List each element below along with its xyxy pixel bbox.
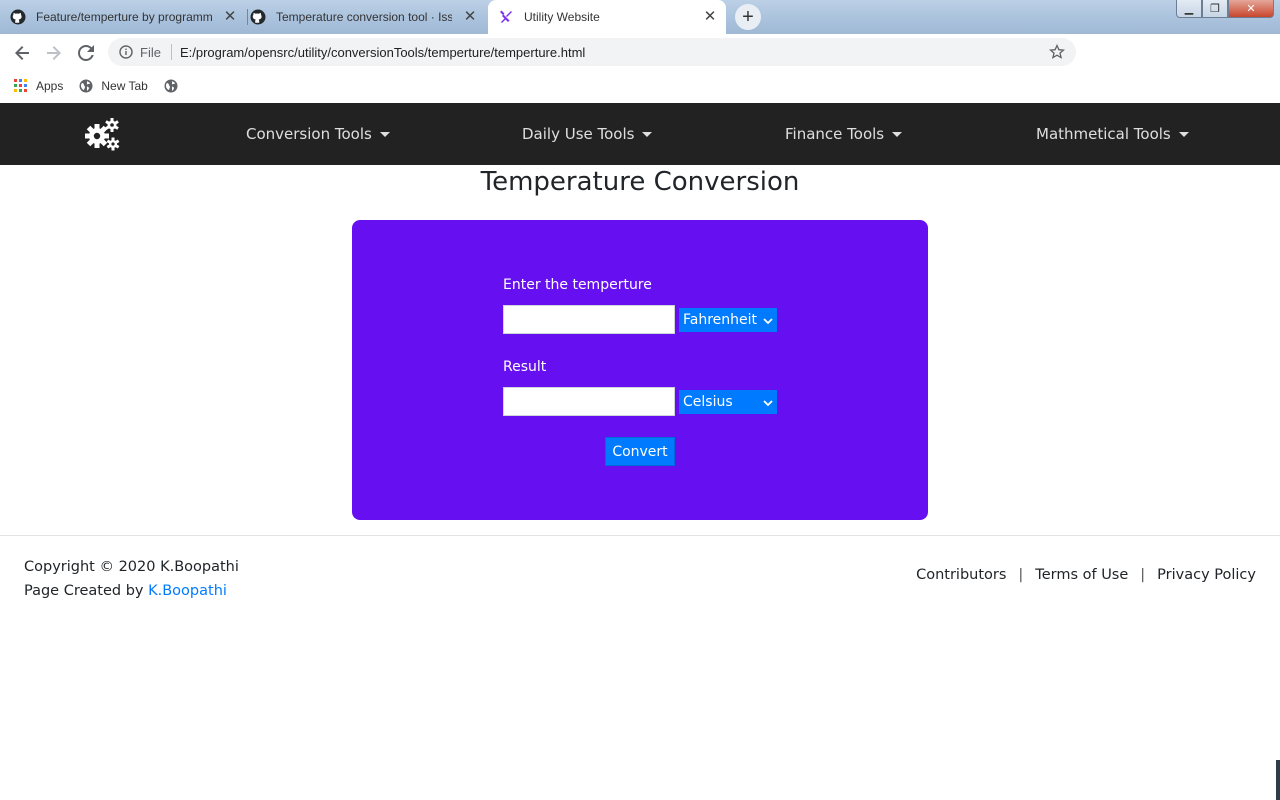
chevron-down-icon bbox=[763, 396, 773, 412]
close-icon[interactable]: ✕ bbox=[222, 9, 238, 25]
forward-icon[interactable] bbox=[42, 41, 66, 65]
select-value: Fahrenheit bbox=[683, 312, 758, 328]
caret-down-icon bbox=[379, 131, 390, 137]
tools-icon bbox=[498, 9, 514, 25]
gears-icon[interactable] bbox=[84, 117, 120, 151]
reload-icon[interactable] bbox=[74, 41, 98, 65]
url-text[interactable]: E:/program/opensrc/utility/conversionToo… bbox=[180, 45, 585, 60]
nav-label: Finance Tools bbox=[785, 125, 885, 143]
apps-grid-icon bbox=[14, 79, 28, 93]
nav-label: Mathmetical Tools bbox=[1036, 125, 1171, 143]
bookmark-globe[interactable] bbox=[164, 79, 186, 93]
nav-mathmetical-tools[interactable]: Mathmetical Tools bbox=[1036, 125, 1189, 143]
created-by-line: Page Created by K.Boopathi bbox=[24, 579, 239, 603]
close-icon[interactable]: ✕ bbox=[702, 9, 718, 25]
footer-divider bbox=[0, 535, 1280, 536]
tab-title: Utility Website bbox=[524, 10, 600, 24]
caret-down-icon bbox=[892, 131, 903, 137]
nav-label: Daily Use Tools bbox=[522, 125, 635, 143]
caret-down-icon bbox=[642, 131, 653, 137]
bookmarks-bar: Apps New Tab bbox=[0, 70, 1280, 102]
select-value: Celsius bbox=[683, 394, 733, 410]
footer-separator: | bbox=[1018, 567, 1024, 583]
divider bbox=[170, 44, 172, 60]
star-icon[interactable] bbox=[1048, 43, 1066, 61]
result-label: Result bbox=[503, 359, 547, 375]
convert-button[interactable]: Convert bbox=[605, 437, 675, 466]
nav-finance-tools[interactable]: Finance Tools bbox=[785, 125, 903, 143]
converter-card: Enter the temperture Fahrenheit Result C… bbox=[352, 220, 928, 520]
site-navbar: Conversion Tools Daily Use Tools Finance… bbox=[0, 103, 1280, 165]
bookmark-new-tab[interactable]: New Tab bbox=[79, 79, 148, 93]
created-prefix: Page Created by bbox=[24, 583, 149, 599]
caret-down-icon bbox=[1178, 131, 1189, 137]
chevron-down-icon bbox=[763, 314, 773, 330]
nav-conversion-tools[interactable]: Conversion Tools bbox=[246, 125, 390, 143]
footer-separator: | bbox=[1140, 567, 1146, 583]
scrollbar-edge bbox=[1276, 760, 1280, 800]
browser-toolbar: File E:/program/opensrc/utility/conversi… bbox=[0, 34, 1280, 70]
temperature-input[interactable] bbox=[503, 305, 675, 334]
browser-tab-active[interactable]: Utility Website ✕ bbox=[488, 0, 726, 34]
footer-link-terms[interactable]: Terms of Use bbox=[1035, 567, 1128, 583]
github-icon bbox=[250, 9, 266, 25]
bookmark-label: New Tab bbox=[101, 79, 148, 93]
footer-link-contributors[interactable]: Contributors bbox=[916, 567, 1006, 583]
url-scheme-label: File bbox=[140, 44, 161, 60]
input-label: Enter the temperture bbox=[503, 277, 652, 293]
tab-title: Feature/temperture by programm bbox=[36, 10, 212, 24]
browser-tab[interactable]: Feature/temperture by programm ✕ bbox=[10, 0, 246, 34]
github-icon bbox=[10, 9, 26, 25]
author-link[interactable]: K.Boopathi bbox=[148, 583, 227, 599]
nav-label: Conversion Tools bbox=[246, 125, 372, 143]
nav-daily-use-tools[interactable]: Daily Use Tools bbox=[522, 125, 653, 143]
input-unit-select[interactable]: Fahrenheit bbox=[679, 308, 777, 332]
copyright-text: Copyright © 2020 K.Boopathi bbox=[24, 559, 239, 575]
footer-links: Contributors | Terms of Use | Privacy Po… bbox=[916, 567, 1256, 583]
result-unit-select[interactable]: Celsius bbox=[679, 390, 777, 414]
minimize-icon[interactable]: ▁ bbox=[1176, 0, 1202, 18]
close-icon[interactable]: ✕ bbox=[462, 9, 478, 25]
info-icon[interactable] bbox=[118, 44, 134, 60]
page-title: Temperature Conversion bbox=[480, 167, 800, 197]
browser-tab[interactable]: Temperature conversion tool · Iss ✕ bbox=[250, 0, 486, 34]
address-bar[interactable]: File E:/program/opensrc/utility/conversi… bbox=[108, 38, 1076, 66]
globe-icon bbox=[164, 79, 178, 93]
restore-icon[interactable]: ❐ bbox=[1202, 0, 1228, 18]
globe-icon bbox=[79, 79, 93, 93]
tab-divider bbox=[247, 9, 248, 25]
footer-link-privacy[interactable]: Privacy Policy bbox=[1157, 567, 1256, 583]
window-close-icon[interactable]: ✕ bbox=[1228, 0, 1274, 18]
tab-title: Temperature conversion tool · Iss bbox=[276, 10, 452, 24]
bookmark-label: Apps bbox=[36, 79, 64, 93]
footer-credits: Copyright © 2020 K.Boopathi Page Created… bbox=[24, 555, 239, 603]
back-icon[interactable] bbox=[10, 41, 34, 65]
result-input[interactable] bbox=[503, 387, 675, 416]
bookmark-apps[interactable]: Apps bbox=[14, 79, 63, 93]
browser-tabstrip: Feature/temperture by programm ✕ Tempera… bbox=[0, 0, 1280, 34]
window-controls: ▁ ❐ ✕ bbox=[1176, 0, 1274, 18]
new-tab-button[interactable]: + bbox=[735, 4, 761, 30]
